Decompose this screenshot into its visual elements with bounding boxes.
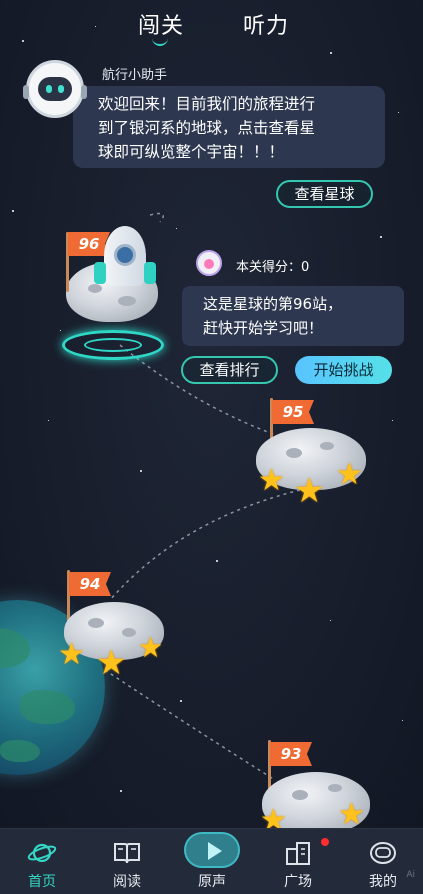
earned-star-icon: ★ <box>138 631 164 664</box>
crater <box>292 790 308 800</box>
earned-star-icon: ★ <box>294 471 325 511</box>
crater <box>286 448 302 458</box>
nav-label: 原声 <box>198 874 226 890</box>
level-score: 本关得分：0 <box>236 260 310 275</box>
earned-star-icon: ★ <box>96 643 127 683</box>
nav-mine[interactable]: 我的 <box>348 829 418 894</box>
watermark: Ai <box>406 870 415 880</box>
view-ranking-button[interactable]: 查看排行 <box>181 356 278 384</box>
station-flag: 93 <box>270 742 312 766</box>
earth-land <box>20 690 75 724</box>
assistant-message-bubble: 欢迎回来！目前我们的旅程进行 到了银河系的地球，点击查看星 球即可纵览整个宇宙！… <box>73 86 385 168</box>
rocket-fin <box>144 262 156 284</box>
tab-chuangguan[interactable]: 闯关 <box>138 8 184 40</box>
play-button[interactable] <box>184 832 240 868</box>
crater <box>122 628 136 637</box>
top-tab-bar: 闯关 听力 <box>0 8 423 46</box>
robot-ear <box>23 85 29 99</box>
earned-star-icon: ★ <box>260 803 287 829</box>
assistant-message-line: 球即可纵览整个宇宙！！！ <box>98 143 285 161</box>
earned-star-icon: ★ <box>58 637 85 672</box>
robot-ear <box>81 85 87 99</box>
level-message-line: 赶快开始学习吧！ <box>203 319 324 337</box>
book-icon <box>114 843 140 864</box>
nav-reading[interactable]: 阅读 <box>92 829 162 894</box>
rocket-icon <box>104 226 146 286</box>
level-message-line: 这是星球的第96站， <box>203 295 343 313</box>
user-avatar <box>196 250 222 276</box>
earned-star-icon: ★ <box>258 463 285 498</box>
crater <box>320 442 334 450</box>
crater <box>88 284 102 293</box>
crater <box>88 618 104 628</box>
astronaut-helmet-icon <box>370 842 396 864</box>
nav-label: 阅读 <box>113 874 141 890</box>
nav-label: 广场 <box>284 874 312 890</box>
active-ring-inner <box>84 338 142 352</box>
rocket-fin <box>94 262 106 284</box>
earth-land <box>0 628 30 668</box>
robot-eye <box>58 85 64 93</box>
level-message-bubble: 这是星球的第96站， 赶快开始学习吧！ <box>182 286 404 346</box>
station-flag: 94 <box>69 572 111 596</box>
crater <box>118 296 136 306</box>
view-planet-button[interactable]: 查看星球 <box>276 180 373 208</box>
start-challenge-button[interactable]: 开始挑战 <box>295 356 392 384</box>
earned-star-icon: ★ <box>338 797 365 829</box>
assistant-message-line: 到了银河系的地球，点击查看星 <box>98 119 316 137</box>
nav-home[interactable]: 首页 <box>7 829 77 894</box>
planet-icon <box>27 843 57 863</box>
rocket-window <box>114 244 136 266</box>
robot-eye <box>46 85 52 93</box>
earned-star-icon: ★ <box>336 457 363 492</box>
tab-tingli[interactable]: 听力 <box>243 8 289 40</box>
station-flag: 95 <box>272 400 314 424</box>
nav-label: 首页 <box>28 874 56 890</box>
play-icon <box>208 842 222 860</box>
assistant-name: 航行小助手 <box>102 68 168 83</box>
crater <box>328 784 342 792</box>
assistant-message-line: 欢迎回来！目前我们的旅程进行 <box>98 95 316 113</box>
robot-avatar-icon <box>23 60 87 118</box>
earth-land <box>0 740 40 762</box>
notification-badge <box>321 838 329 846</box>
robot-face <box>38 77 72 101</box>
buildings-icon <box>286 842 310 865</box>
